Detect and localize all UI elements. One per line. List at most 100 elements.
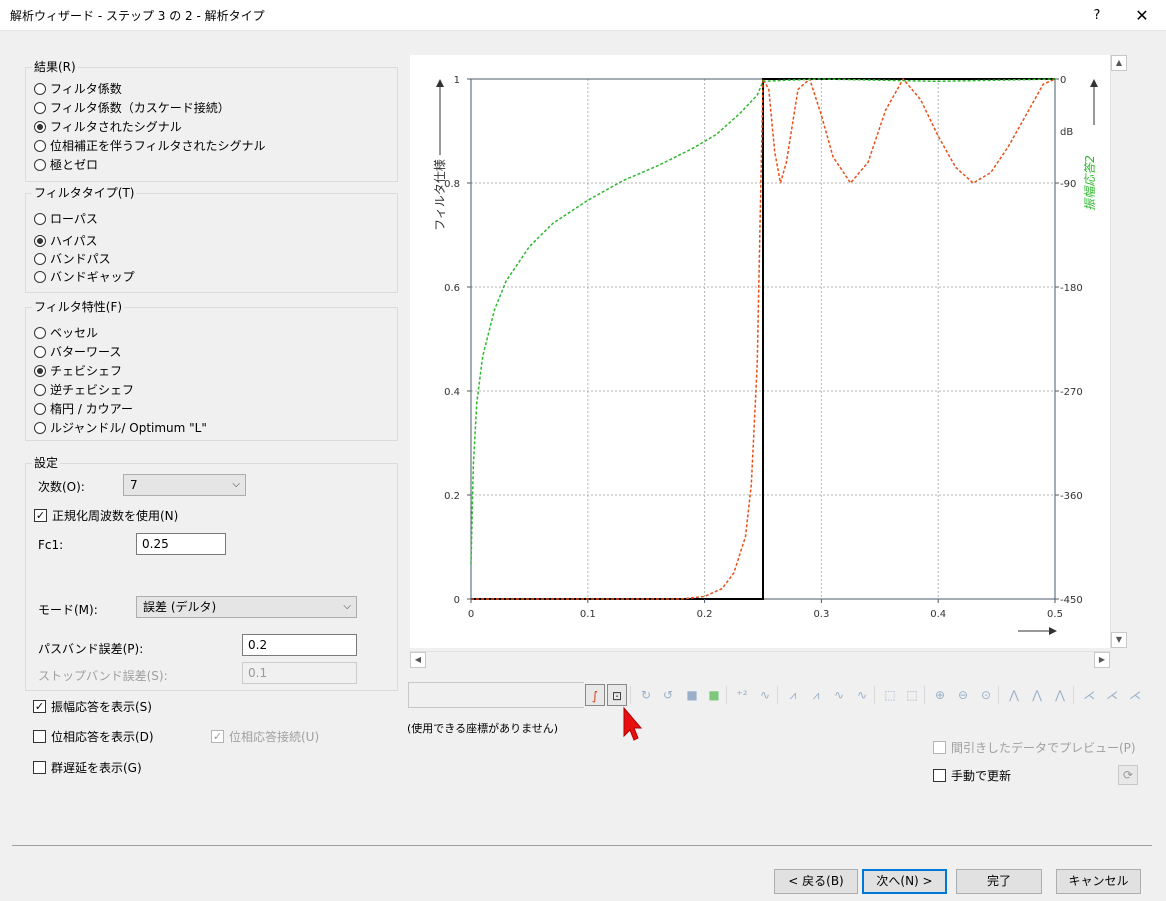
chevron-down-icon: ⌵ — [232, 479, 240, 490]
show-phase-checkbox[interactable]: 位相応答を表示(D) — [33, 728, 154, 745]
radio-icon — [34, 252, 46, 265]
cursor-b-icon[interactable]: ⋀ — [1027, 684, 1047, 706]
result-option-coeff[interactable]: フィルタ係数 — [34, 80, 122, 97]
filter-type-group: フィルタタイプ(T) ローパス ハイパス バンドパス バンドギャップ — [25, 186, 398, 293]
filter-char-inverse-chebyshev[interactable]: 逆チェビシェフ — [34, 381, 134, 398]
fit-b-icon[interactable]: ⋌ — [1102, 684, 1122, 706]
result-option-phase-corrected[interactable]: 位相補正を伴うフィルタされたシグナル — [34, 137, 266, 154]
radio-selected-icon — [34, 120, 46, 133]
passband-label: パスバンド誤差(P): — [38, 642, 144, 656]
checkbox-checked-icon: ✓ — [211, 730, 224, 743]
scroll-left-icon[interactable]: ◀ — [410, 652, 426, 668]
filter-type-highpass[interactable]: ハイパス — [34, 232, 98, 249]
refresh-icon[interactable]: ⟳ — [1118, 765, 1138, 785]
x-tick-label: 0 — [468, 609, 474, 620]
settings-group-title: 設定 — [32, 456, 61, 470]
checkbox-icon — [33, 730, 46, 743]
horizontal-scrollbar[interactable]: ◀ ▶ — [410, 651, 1110, 668]
filter-type-bandgap[interactable]: バンドギャップ — [34, 268, 135, 285]
show-amplitude-checkbox[interactable]: ✓ 振幅応答を表示(S) — [33, 698, 152, 715]
finish-button[interactable]: 完了 — [956, 869, 1042, 894]
order-select[interactable]: 7 ⌵ — [123, 474, 246, 496]
result-option-coeff-cascade[interactable]: フィルタ係数（カスケード接続） — [34, 99, 230, 116]
manual-update-checkbox[interactable]: 手動で更新 — [933, 767, 1011, 784]
radio-icon — [34, 158, 46, 171]
square-green-icon[interactable]: ■ — [704, 684, 724, 706]
square-icon[interactable]: ■ — [682, 684, 702, 706]
result-option-poles-zeros[interactable]: 極とゼロ — [34, 156, 98, 173]
checkbox-checked-icon: ✓ — [33, 700, 46, 713]
result-group-title: 結果(R) — [32, 60, 78, 74]
toolbar-separator — [630, 686, 631, 704]
order-value: 7 — [130, 478, 138, 492]
filter-char-bessel[interactable]: ベッセル — [34, 324, 98, 341]
wave-down-icon[interactable]: ∿ — [829, 684, 849, 706]
y2-tick-label: -360 — [1060, 491, 1083, 502]
scroll-down-icon[interactable]: ▼ — [1111, 632, 1127, 648]
status-text: (使用できる座標がありません) — [407, 722, 559, 735]
mouse-cursor-icon — [623, 706, 642, 741]
y2-axis-arrowhead — [1090, 79, 1098, 87]
zoom-out-icon[interactable]: ⊖ — [953, 684, 973, 706]
cancel-button[interactable]: キャンセル — [1056, 869, 1141, 894]
stopband-input[interactable]: 0.1 — [242, 662, 357, 684]
filter-type-lowpass[interactable]: ローパス — [34, 210, 98, 227]
wave-up-icon[interactable]: ⩘ — [783, 684, 803, 706]
fit-a-icon[interactable]: ⋌ — [1079, 684, 1099, 706]
filter-char-chebyshev[interactable]: チェビシェフ — [34, 362, 122, 379]
zoom-in-icon[interactable]: ⊕ — [930, 684, 950, 706]
annotation2-icon[interactable]: ⬚ — [902, 684, 922, 706]
wave-up2-icon[interactable]: ⩘ — [806, 684, 826, 706]
mode-select[interactable]: 誤差 (デルタ) ⌵ — [136, 596, 357, 618]
filter-type-bandpass[interactable]: バンドパス — [34, 250, 111, 267]
wave-icon[interactable]: ∿ — [755, 684, 775, 706]
zoom-fit-icon[interactable]: ⊡ — [607, 684, 627, 706]
y2-tick-label: 0 — [1060, 75, 1066, 86]
phase-connect-checkbox[interactable]: ✓ 位相応答接続(U) — [211, 728, 319, 745]
separator — [12, 845, 1152, 846]
back-button[interactable]: < 戻る(B) — [774, 869, 858, 894]
wave-icon-2[interactable]: ∿ — [852, 684, 872, 706]
radio-icon — [34, 212, 46, 225]
x-tick-label: 0.3 — [813, 609, 829, 620]
order-label: 次数(O): — [38, 480, 85, 494]
y2-axis-unit: dB — [1060, 127, 1073, 138]
y-tick-label: 0.4 — [444, 387, 460, 398]
filter-char-butterworth[interactable]: バターワース — [34, 343, 121, 360]
cursor-a-icon[interactable]: ⋀ — [1004, 684, 1024, 706]
filter-char-group: フィルタ特性(F) ベッセル バターワース チェビシェフ 逆チェビシェフ 楕円 … — [25, 300, 398, 441]
help-button[interactable]: ? — [1083, 4, 1111, 28]
filter-char-elliptic[interactable]: 楕円 / カウアー — [34, 400, 133, 417]
annotation-icon[interactable]: ⬚ — [880, 684, 900, 706]
rotate-ccw-icon[interactable]: ↺ — [658, 684, 678, 706]
scroll-up-icon[interactable]: ▲ — [1111, 55, 1127, 71]
fit-c-icon[interactable]: ⋌ — [1125, 684, 1145, 706]
y-tick-label: 0 — [454, 595, 460, 606]
next-button[interactable]: 次へ(N) > — [862, 869, 947, 894]
chart-area[interactable]: 0 0.1 0.2 0.3 0.4 0.5 0 0.2 0.4 0.6 0.8 1 -450 -360 -2… — [410, 55, 1127, 648]
zoom-reset-icon[interactable]: ⊙ — [976, 684, 996, 706]
scroll-right-icon[interactable]: ▶ — [1094, 652, 1110, 668]
curve-icon[interactable]: ∫ — [585, 684, 605, 706]
normalized-freq-checkbox[interactable]: ✓ 正規化周波数を使用(N) — [34, 507, 178, 524]
cursor-c-icon[interactable]: ⋀ — [1050, 684, 1070, 706]
result-option-filtered-signal[interactable]: フィルタされたシグナル — [34, 118, 182, 135]
x-tick-label: 0.1 — [580, 609, 596, 620]
toolbar-separator — [1073, 686, 1074, 704]
add-point-icon[interactable]: ⁺² — [732, 684, 752, 706]
fc1-input[interactable]: 0.25 — [136, 533, 226, 555]
show-group-delay-checkbox[interactable]: 群遅延を表示(G) — [33, 759, 142, 776]
x-tick-label: 0.4 — [930, 609, 946, 620]
y2-tick-label: -270 — [1060, 387, 1083, 398]
result-group: 結果(R) フィルタ係数 フィルタ係数（カスケード接続） フィルタされたシグナル… — [25, 60, 398, 182]
close-button[interactable]: ✕ — [1128, 4, 1156, 28]
filter-char-legendre[interactable]: ルジャンドル/ Optimum "L" — [34, 419, 207, 436]
x-axis-arrowhead — [1049, 627, 1057, 635]
vertical-scrollbar[interactable]: ▲ ▼ — [1110, 55, 1127, 648]
passband-input[interactable]: 0.2 — [242, 634, 357, 656]
x-tick-label: 0.2 — [697, 609, 713, 620]
window-title: 解析ウィザード - ステップ 3 の 2 - 解析タイプ — [10, 9, 265, 23]
rotate-cw-icon[interactable]: ↻ — [636, 684, 656, 706]
decimated-preview-checkbox[interactable]: 間引きしたデータでプレビュー(P) — [933, 739, 1136, 756]
series-line-0 — [471, 78, 1055, 600]
